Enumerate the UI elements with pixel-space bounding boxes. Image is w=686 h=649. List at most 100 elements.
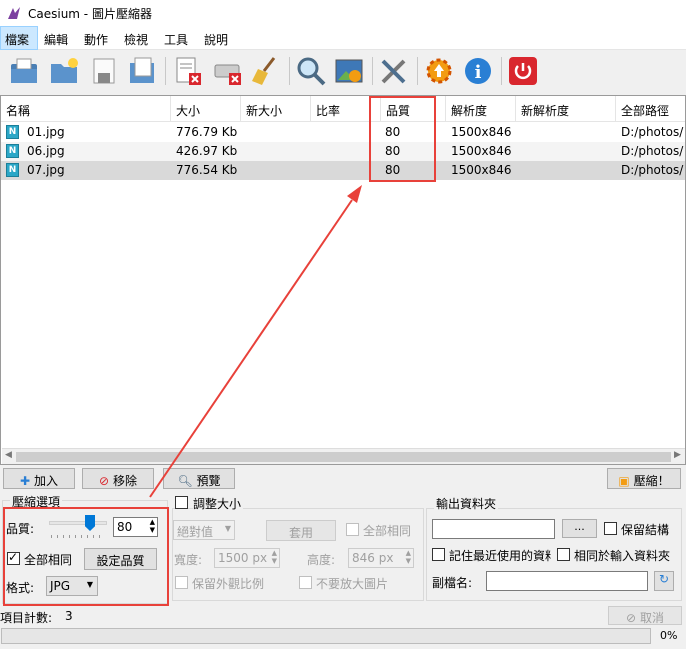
scroll-right-icon[interactable]: ▶: [674, 450, 681, 460]
cancel-button[interactable]: ⊘ 取消: [608, 606, 682, 625]
progress-bar: [1, 628, 651, 644]
toolbar-separator: [372, 57, 373, 85]
output-folder-input[interactable]: [432, 519, 555, 539]
horizontal-scrollbar[interactable]: ◀ ▶: [2, 448, 685, 464]
progress-percent: 0%: [660, 629, 678, 642]
scrollbar-thumb[interactable]: [16, 452, 671, 462]
menu-action[interactable]: 動作: [84, 31, 108, 48]
cancel-icon: ⊘: [626, 611, 637, 625]
toolbar: i: [0, 51, 686, 92]
file-path: D:/photos/: [621, 163, 684, 177]
file-list[interactable]: 名稱 大小 新大小 比率 品質 解析度 新解析度 全部路徑 N 01.jpg 7…: [0, 95, 686, 465]
file-name: 07.jpg: [27, 163, 65, 177]
open-folder-icon[interactable]: [8, 55, 40, 87]
suffix-input[interactable]: [486, 571, 648, 591]
file-resolution: 1500x846: [451, 163, 512, 177]
file-path: D:/photos/: [621, 125, 684, 139]
remember-last-folder-label: 記住最近使用的資料: [449, 549, 551, 563]
menu-help[interactable]: 說明: [204, 31, 228, 48]
title-bar: Caesium - 圖片壓縮器: [0, 0, 686, 26]
table-row[interactable]: N 01.jpg 776.79 Kb 80 1500x846 D:/photos…: [1, 123, 685, 142]
compress-button[interactable]: ▣ 壓縮！: [607, 468, 681, 489]
add-button[interactable]: ✚ 加入: [3, 468, 75, 489]
resize-same-all-checkbox[interactable]: [346, 523, 359, 536]
column-header-full-path[interactable]: 全部路徑: [621, 102, 669, 119]
update-gear-icon[interactable]: [423, 55, 455, 87]
window-title: Caesium - 圖片壓縮器: [28, 7, 152, 21]
width-spinbox[interactable]: 1500 px ▲ ▼: [214, 548, 280, 568]
power-icon[interactable]: [507, 55, 539, 87]
menu-bar: 檔案 編輯 動作 檢視 工具 說明: [0, 26, 686, 50]
same-as-input-label: 相同於輸入資料夾: [574, 549, 671, 563]
column-header-ratio[interactable]: 比率: [316, 102, 340, 119]
file-resolution: 1500x846: [451, 125, 512, 139]
clear-drive-icon[interactable]: [212, 55, 244, 87]
remember-last-folder-checkbox[interactable]: [432, 548, 445, 561]
item-count-value: 3: [65, 609, 73, 623]
save-icon[interactable]: [88, 55, 120, 87]
column-header-new-size[interactable]: 新大小: [246, 102, 282, 119]
toolbar-separator: [289, 57, 290, 85]
toolbar-separator: [165, 57, 166, 85]
file-size: 776.79 Kb: [176, 125, 238, 139]
info-icon[interactable]: i: [462, 55, 494, 87]
no-enlarge-checkbox[interactable]: [299, 576, 312, 589]
preview-button[interactable]: 🔍︎ 預覽: [163, 468, 235, 489]
compress-icon: ▣: [618, 474, 630, 488]
resize-mode-select[interactable]: 絕對值 ▼: [173, 520, 235, 540]
compression-options-highlight: [3, 507, 169, 606]
resize-title: 調整大小: [193, 495, 244, 512]
search-icon[interactable]: [295, 55, 327, 87]
file-name: 01.jpg: [27, 125, 65, 139]
column-header-resolution[interactable]: 解析度: [451, 102, 487, 119]
table-row[interactable]: N 06.jpg 426.97 Kb 80 1500x846 D:/photos…: [1, 142, 685, 161]
folder-add-icon[interactable]: [48, 55, 80, 87]
output-folder-title: 輸出資料夾: [434, 495, 499, 512]
suffix-label: 副檔名:: [432, 576, 473, 590]
list-header: 名稱 大小 新大小 比率 品質 解析度 新解析度 全部路徑: [1, 96, 685, 122]
broom-icon[interactable]: [250, 55, 282, 87]
item-count-label: 項目計數:: [0, 611, 53, 625]
keep-ratio-checkbox[interactable]: [175, 576, 188, 589]
svg-text:i: i: [475, 62, 482, 83]
height-spinbox[interactable]: 846 px ▲ ▼: [348, 548, 414, 568]
magnifier-icon: 🔍︎: [177, 474, 193, 488]
spin-arrows-icon[interactable]: ▲ ▼: [272, 549, 277, 565]
browse-button[interactable]: ...: [562, 519, 597, 538]
preview-image-icon[interactable]: [333, 55, 365, 87]
spin-arrows-icon[interactable]: ▲ ▼: [406, 549, 411, 565]
refresh-icon[interactable]: ↻: [654, 571, 674, 591]
file-path: D:/photos/: [621, 144, 684, 158]
keep-ratio-label: 保留外觀比例: [192, 577, 265, 591]
file-name: 06.jpg: [27, 144, 65, 158]
menu-file[interactable]: 檔案: [0, 26, 38, 50]
menu-view[interactable]: 檢視: [124, 31, 148, 48]
column-header-size[interactable]: 大小: [176, 102, 200, 119]
document-icon[interactable]: [126, 55, 158, 87]
jpg-file-icon: N: [6, 125, 19, 139]
menu-edit[interactable]: 編輯: [44, 31, 68, 48]
resize-same-all-label: 全部相同: [363, 524, 412, 538]
jpg-file-icon: N: [6, 144, 19, 158]
keep-structure-label: 保留結構: [621, 523, 670, 537]
table-row-selected[interactable]: N 07.jpg 776.54 Kb 80 1500x846 D:/photos…: [1, 161, 685, 180]
resize-checkbox[interactable]: [175, 496, 188, 509]
same-as-input-checkbox[interactable]: [557, 548, 570, 561]
file-resolution: 1500x846: [451, 144, 512, 158]
caesium-logo-icon: [8, 7, 20, 19]
toolbar-separator: [501, 57, 502, 85]
quality-column-highlight: [369, 96, 436, 182]
scroll-left-icon[interactable]: ◀: [5, 450, 12, 460]
remove-button[interactable]: ⊘ 移除: [82, 468, 154, 489]
column-header-new-resolution[interactable]: 新解析度: [521, 102, 569, 119]
remove-item-icon[interactable]: [172, 55, 204, 87]
height-label: 高度:: [307, 553, 336, 567]
file-size: 426.97 Kb: [176, 144, 238, 158]
chevron-down-icon: ▼: [224, 524, 231, 533]
keep-structure-checkbox[interactable]: [604, 522, 617, 535]
menu-tools[interactable]: 工具: [164, 31, 188, 48]
column-header-name[interactable]: 名稱: [6, 102, 30, 119]
jpg-file-icon: N: [6, 163, 19, 177]
apply-resize-button[interactable]: 套用: [266, 520, 336, 541]
tools-icon[interactable]: [378, 55, 410, 87]
